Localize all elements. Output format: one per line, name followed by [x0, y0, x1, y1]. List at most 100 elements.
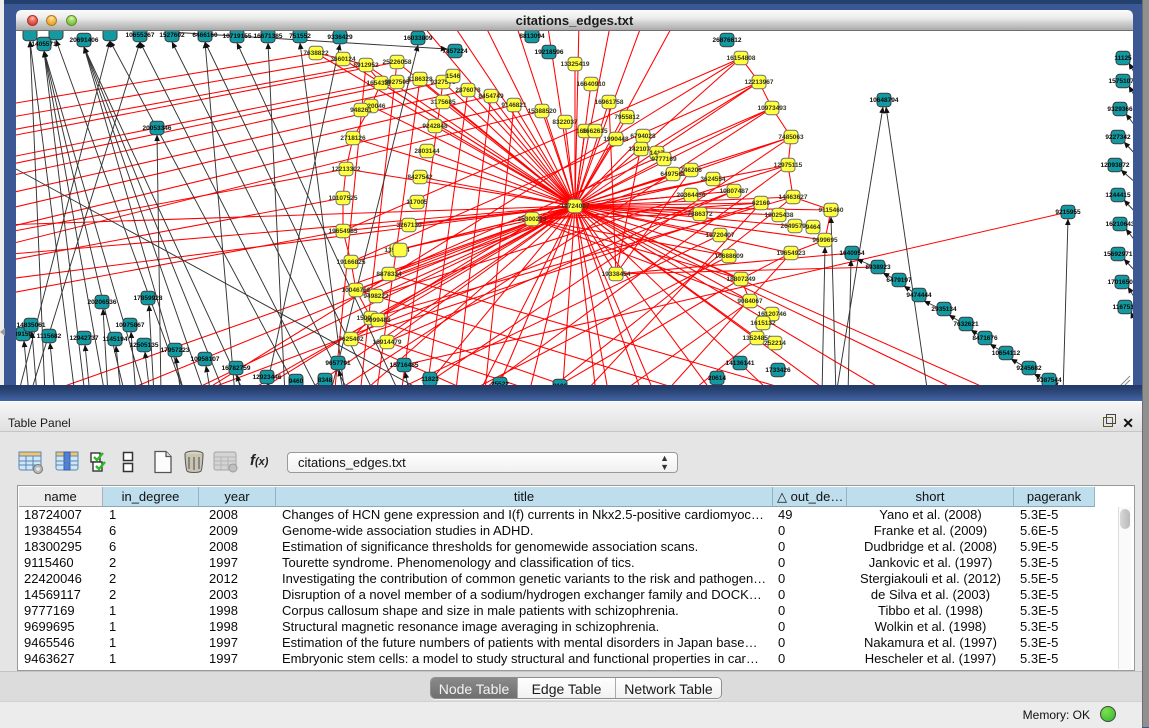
svg-text:9498222: 9498222 — [363, 293, 389, 300]
svg-text:9329366: 9329366 — [1107, 106, 1133, 113]
svg-text:1733426: 1733426 — [765, 367, 791, 374]
svg-text:14136141: 14136141 — [726, 360, 755, 367]
svg-text:12923446: 12923446 — [253, 374, 282, 381]
svg-text:10688609: 10688609 — [715, 253, 744, 260]
svg-text:8878334: 8878334 — [376, 271, 402, 278]
svg-text:15692971: 15692971 — [1104, 251, 1133, 258]
svg-text:8813094: 8813094 — [519, 33, 545, 40]
svg-text:20614: 20614 — [708, 375, 726, 382]
svg-text:10973493: 10973493 — [758, 105, 787, 112]
svg-text:9084067: 9084067 — [737, 298, 763, 305]
svg-text:9336429: 9336429 — [327, 34, 353, 41]
svg-text:9460: 9460 — [289, 378, 304, 385]
svg-text:6479197: 6479197 — [886, 277, 912, 284]
svg-text:3624554: 3624554 — [700, 176, 726, 183]
svg-text:11125: 11125 — [1114, 55, 1132, 62]
svg-text:9146821: 9146821 — [501, 102, 527, 109]
svg-text:9657791: 9657791 — [325, 360, 351, 367]
svg-text:16782759: 16782759 — [222, 365, 251, 372]
svg-text:8471676: 8471676 — [972, 335, 998, 342]
svg-text:11823: 11823 — [421, 376, 439, 383]
svg-text:1527602: 1527602 — [159, 32, 185, 39]
svg-text:7386372: 7386372 — [687, 211, 713, 218]
svg-text:16671385: 16671385 — [254, 33, 283, 40]
svg-text:8348: 8348 — [318, 377, 333, 384]
svg-text:19218596: 19218596 — [535, 49, 564, 56]
svg-text:16914479: 16914479 — [373, 339, 402, 346]
svg-text:9215955: 9215955 — [1055, 209, 1081, 216]
svg-text:9699695: 9699695 — [812, 237, 838, 244]
svg-text:948261: 948261 — [350, 107, 372, 114]
svg-text:9245682: 9245682 — [1016, 365, 1042, 372]
svg-text:12213302: 12213302 — [332, 166, 361, 173]
svg-text:14463627: 14463627 — [779, 194, 808, 201]
svg-text:17957223: 17957223 — [161, 347, 190, 354]
svg-text:8938923: 8938923 — [865, 264, 891, 271]
svg-text:14835061: 14835061 — [17, 322, 46, 329]
svg-text:12975115: 12975115 — [774, 162, 803, 169]
svg-text:7485063: 7485063 — [778, 134, 804, 141]
svg-text:20206536: 20206536 — [88, 299, 117, 306]
svg-text:746206: 746206 — [680, 167, 702, 174]
svg-text:20053346: 20053346 — [143, 125, 172, 132]
svg-text:20691406: 20691406 — [70, 37, 99, 44]
svg-text:1615132: 1615132 — [750, 320, 776, 327]
svg-text:9099488: 9099488 — [365, 317, 391, 324]
svg-text:18807249: 18807249 — [727, 276, 756, 283]
svg-text:18724007: 18724007 — [561, 203, 590, 210]
svg-text:2718126: 2718126 — [340, 135, 366, 142]
svg-text:8186328: 8186328 — [407, 76, 433, 83]
svg-text:10719155: 10719155 — [223, 33, 252, 40]
svg-text:2935134: 2935134 — [931, 306, 957, 313]
svg-text:3175685: 3175685 — [430, 99, 456, 106]
svg-text:16033809: 16033809 — [404, 35, 433, 42]
svg-text:1546: 1546 — [446, 73, 461, 80]
svg-text:19166825: 19166825 — [337, 259, 366, 266]
svg-text:15716485: 15716485 — [390, 362, 419, 369]
svg-text:1990448: 1990448 — [603, 136, 629, 143]
svg-text:2876078: 2876078 — [455, 87, 481, 94]
svg-text:19654923: 19654923 — [777, 250, 806, 257]
svg-text:17859928: 17859928 — [134, 295, 163, 302]
svg-text:25300215: 25300215 — [518, 216, 547, 223]
svg-text:1244415: 1244415 — [1105, 192, 1131, 199]
svg-text:16210643: 16210643 — [1106, 221, 1133, 228]
svg-text:19338454: 19338454 — [602, 271, 631, 278]
svg-text:9227342: 9227342 — [1105, 134, 1131, 141]
svg-text:10654112: 10654112 — [992, 350, 1021, 357]
svg-text:8427542: 8427542 — [407, 174, 433, 181]
svg-text:12213967: 12213967 — [745, 79, 774, 86]
svg-text:1145194: 1145194 — [103, 336, 128, 343]
svg-text:9115460: 9115460 — [819, 207, 844, 214]
svg-text:7955812: 7955812 — [614, 114, 640, 121]
svg-text:12505135: 12505135 — [130, 342, 159, 349]
svg-text:3267130: 3267130 — [396, 222, 422, 229]
svg-text:1167533: 1167533 — [1113, 304, 1133, 311]
svg-text:1115682: 1115682 — [37, 333, 62, 340]
svg-text:9387544: 9387544 — [1036, 377, 1062, 384]
svg-text:26876612: 26876612 — [713, 37, 742, 44]
svg-text:9777169: 9777169 — [651, 156, 677, 163]
svg-text:6794028: 6794028 — [630, 133, 656, 140]
svg-text:1405571: 1405571 — [31, 41, 57, 48]
svg-text:6466160: 6466160 — [192, 32, 218, 39]
svg-text:1640954: 1640954 — [839, 250, 865, 257]
svg-text:9474444: 9474444 — [906, 292, 932, 299]
svg-text:15720407: 15720407 — [706, 232, 735, 239]
svg-text:16640910: 16640910 — [577, 81, 606, 88]
svg-text:10975867: 10975867 — [116, 322, 145, 329]
svg-text:7632621: 7632621 — [953, 321, 979, 328]
svg-text:10655267: 10655267 — [126, 32, 155, 39]
svg-text:10107525: 10107525 — [329, 195, 358, 202]
svg-text:10648794: 10648794 — [870, 97, 899, 104]
svg-text:10807487: 10807487 — [720, 188, 749, 195]
svg-text:9927505: 9927505 — [384, 79, 410, 86]
svg-text:7638822: 7638822 — [303, 50, 329, 57]
svg-text:10025438: 10025438 — [765, 212, 794, 219]
svg-text:7625402: 7625402 — [338, 336, 364, 343]
svg-text:8912952: 8912952 — [353, 62, 379, 69]
svg-text:2803144: 2803144 — [414, 148, 440, 155]
svg-text:9242848: 9242848 — [422, 123, 448, 130]
svg-text:8454749: 8454749 — [478, 93, 504, 100]
svg-text:9464: 9464 — [806, 224, 821, 231]
